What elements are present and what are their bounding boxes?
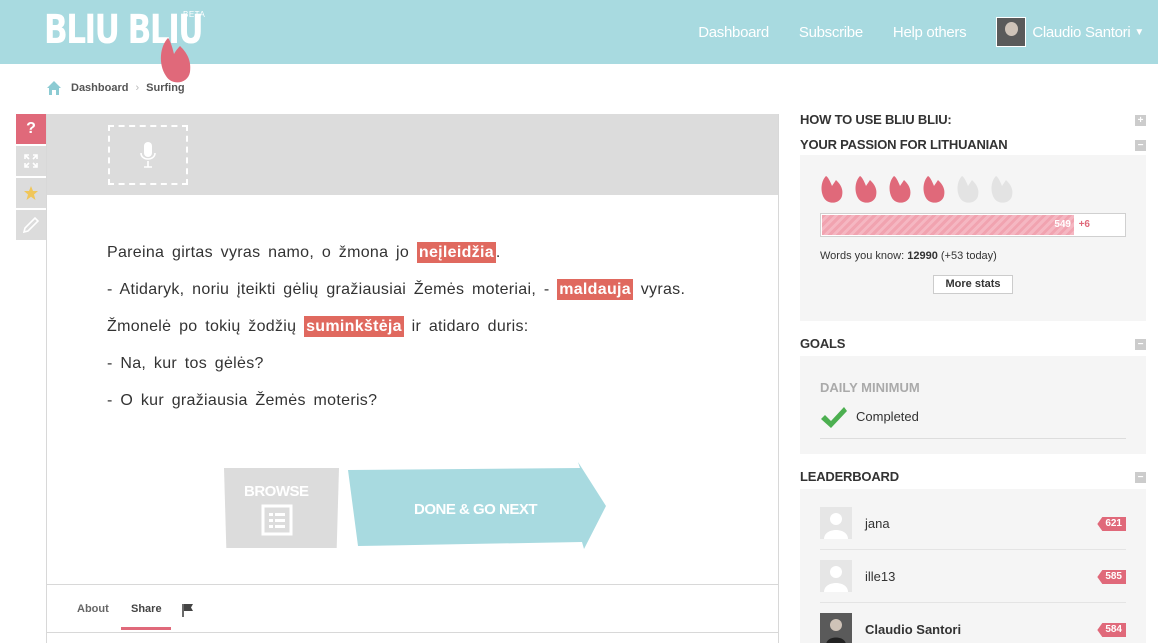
leaderboard-row[interactable]: ille13 585 <box>820 560 1126 594</box>
leaderboard-row[interactable]: Claudio Santori 584 <box>820 613 1126 643</box>
user-placeholder-icon <box>824 566 848 592</box>
tongue-filled-icon <box>889 176 911 203</box>
avatar <box>820 560 852 592</box>
goals-box: DAILY MINIMUM Completed <box>800 356 1146 454</box>
breadcrumb-surfing: Surfing <box>146 82 185 94</box>
user-menu[interactable]: Claudio Santori ▼ <box>996 17 1144 47</box>
help-icon: ? <box>26 120 36 137</box>
nav-dashboard[interactable]: Dashboard <box>698 24 769 41</box>
passion-box: 549 +6 Words you know: 12990 (+53 today)… <box>800 155 1146 321</box>
nav-subscribe[interactable]: Subscribe <box>799 24 863 41</box>
beta-badge: BETA <box>183 10 206 19</box>
tongue-filled-icon <box>923 176 945 203</box>
flag-icon[interactable] <box>181 603 195 617</box>
star-icon <box>24 186 38 200</box>
tongue-empty-icon <box>991 176 1013 203</box>
progress-value: 549 <box>1054 219 1071 230</box>
record-button[interactable] <box>108 125 188 185</box>
story-line: - Na, kur tos gėlės? <box>107 355 264 372</box>
leaderboard-name: Claudio Santori <box>865 622 962 637</box>
collapse-icon[interactable]: − <box>1135 472 1146 483</box>
help-button[interactable]: ? <box>16 114 46 144</box>
chevron-down-icon: ▼ <box>1134 26 1144 38</box>
story-line: Pareina girtas vyras namo, o žmona jo ne… <box>107 242 501 263</box>
words-today: (+53 today) <box>940 250 997 262</box>
favorite-button[interactable] <box>16 178 46 208</box>
avatar <box>820 613 852 643</box>
nav-help-others[interactable]: Help others <box>893 24 967 41</box>
story-line: - O kur gražiausia Žemės moteris? <box>107 392 378 409</box>
breadcrumb: Dashboard › Surfing <box>46 80 185 96</box>
collapse-icon[interactable]: − <box>1135 140 1146 151</box>
how-to-title[interactable]: HOW TO USE BLIU BLIU: <box>800 112 952 127</box>
tab-active-indicator <box>121 627 171 630</box>
checkmark-icon <box>821 407 847 428</box>
words-known: Words you know: 12990 (+53 today) <box>820 250 997 262</box>
tool-bar: ? <box>16 114 46 242</box>
more-stats-button[interactable]: More stats <box>933 275 1013 294</box>
header: BLIU BLIU BETA Dashboard Subscribe Help … <box>0 0 1158 83</box>
fullscreen-icon <box>24 154 38 168</box>
highlighted-word[interactable]: maldauja <box>557 279 633 300</box>
leaderboard-name: jana <box>865 516 890 531</box>
fullscreen-button[interactable] <box>16 146 46 176</box>
daily-minimum-label: DAILY MINIMUM <box>820 380 920 395</box>
progress-fill <box>822 215 1075 235</box>
leaderboard-score: 621 <box>1097 517 1126 531</box>
breadcrumb-separator: › <box>135 82 140 94</box>
recording-bar <box>47 114 778 195</box>
avatar <box>996 17 1027 47</box>
divider <box>820 602 1126 603</box>
user-placeholder-icon <box>824 513 848 539</box>
story-line: Žmonelė po tokių žodžių suminkštėja ir a… <box>107 316 529 337</box>
leaderboard-title: LEADERBOARD <box>800 469 899 484</box>
story-text: Pareina girtas vyras namo, o žmona jo ne… <box>107 240 727 425</box>
tongue-empty-icon <box>957 176 979 203</box>
tab-share[interactable]: Share <box>131 603 162 615</box>
avatar <box>820 507 852 539</box>
highlighted-word[interactable]: neįleidžia <box>416 242 496 263</box>
done-next-button[interactable]: DONE & GO NEXT <box>348 462 606 550</box>
browse-label: BROWSE <box>244 483 309 500</box>
passion-title: YOUR PASSION FOR LITHUANIAN <box>800 137 1008 152</box>
tab-about[interactable]: About <box>77 603 109 615</box>
leaderboard-row[interactable]: jana 621 <box>820 507 1126 541</box>
home-icon[interactable] <box>46 80 62 96</box>
passion-tongues <box>820 175 1024 205</box>
tongue-filled-icon <box>855 176 877 203</box>
user-photo-icon <box>826 619 846 643</box>
progress-bar: 549 +6 <box>820 213 1126 237</box>
progress-delta: +6 <box>1078 219 1090 230</box>
leaderboard-box: jana 621 ille13 585 Claudio Santori 584 <box>800 489 1146 643</box>
browse-button[interactable]: BROWSE <box>224 468 339 548</box>
highlighted-word[interactable]: suminkštėja <box>304 316 404 337</box>
words-count: 12990 <box>907 250 938 262</box>
pencil-icon <box>22 216 40 234</box>
expand-icon[interactable]: + <box>1135 115 1146 126</box>
reading-panel: Pareina girtas vyras namo, o žmona jo ne… <box>46 114 779 643</box>
goal-status: Completed <box>856 409 919 424</box>
list-icon <box>261 504 293 536</box>
leaderboard-score: 584 <box>1097 623 1126 637</box>
breadcrumb-dashboard[interactable]: Dashboard <box>71 82 128 94</box>
user-name: Claudio Santori <box>1032 23 1131 41</box>
collapse-icon[interactable]: − <box>1135 339 1146 350</box>
story-line: - Atidaryk, noriu įteikti gėlių gražiaus… <box>107 279 686 300</box>
divider <box>47 632 778 633</box>
top-nav: Dashboard Subscribe Help others Claudio … <box>668 0 1144 64</box>
tab-bar: About Share <box>47 584 778 634</box>
microphone-icon <box>140 142 156 168</box>
leaderboard-score: 585 <box>1097 570 1126 584</box>
done-label: DONE & GO NEXT <box>414 501 538 518</box>
divider <box>820 438 1126 439</box>
sidebar: HOW TO USE BLIU BLIU: + YOUR PASSION FOR… <box>800 112 1146 643</box>
tongue-filled-icon <box>821 176 843 203</box>
leaderboard-name: ille13 <box>865 569 896 584</box>
edit-button[interactable] <box>16 210 46 240</box>
divider <box>820 549 1126 550</box>
goals-title: GOALS <box>800 336 846 351</box>
